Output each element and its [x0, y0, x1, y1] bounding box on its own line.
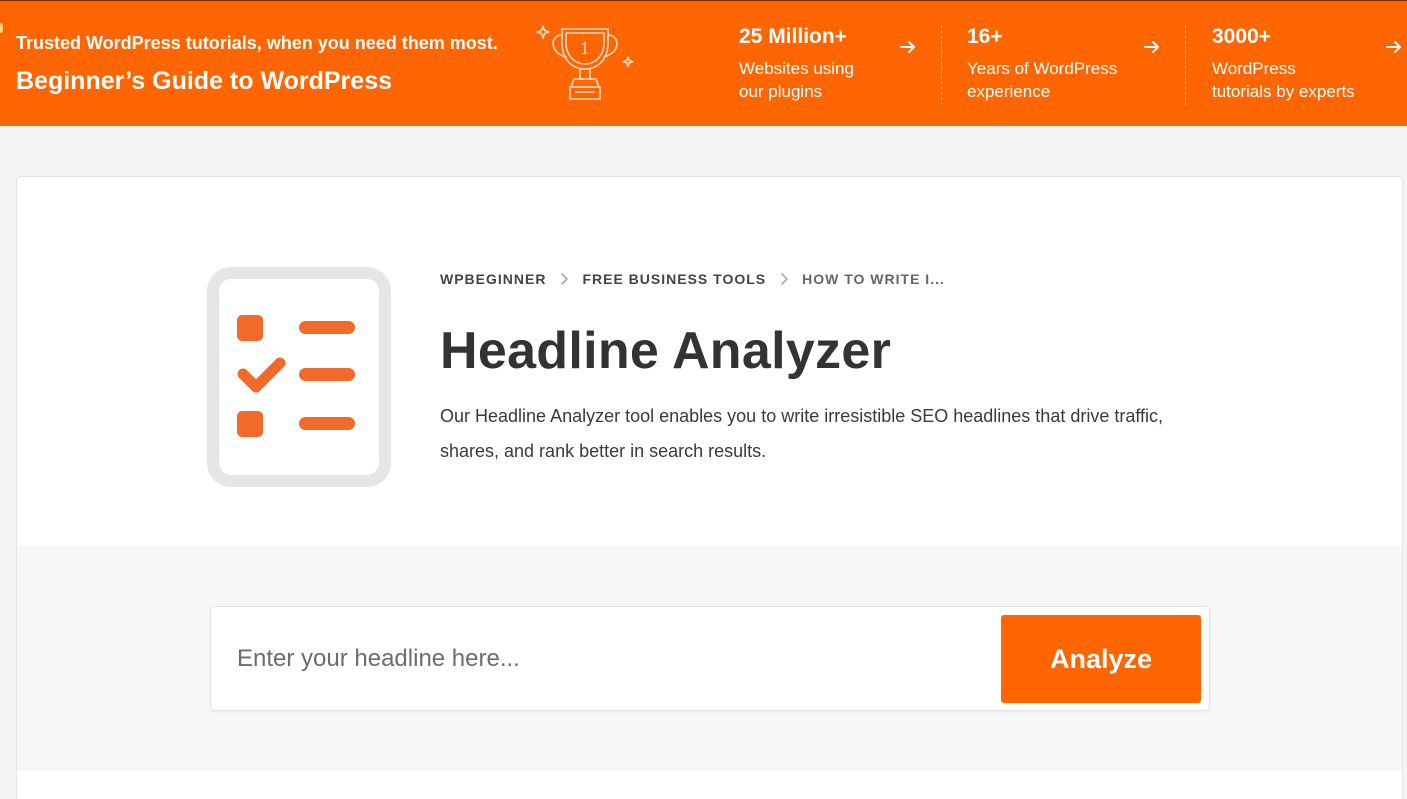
stat-years[interactable]: 16+ Years of WordPress experience	[967, 25, 1127, 105]
stat-number: 25 Million+	[739, 25, 847, 48]
svg-text:1: 1	[580, 39, 590, 58]
breadcrumb-item-current: HOW TO WRITE I...	[802, 271, 945, 287]
arrow-right-icon[interactable]	[898, 37, 918, 57]
analyze-button[interactable]: Analyze	[1001, 615, 1201, 703]
checklist-icon	[207, 267, 391, 487]
headline-input[interactable]	[211, 607, 991, 710]
stat-tutorials[interactable]: 3000+ WordPress tutorials by experts	[1212, 25, 1372, 105]
breadcrumb: WPBEGINNER FREE BUSINESS TOOLS HOW TO WR…	[440, 271, 945, 287]
banner-title-link[interactable]: Beginner’s Guide to WordPress	[16, 67, 392, 96]
arrow-right-icon[interactable]	[1142, 37, 1162, 57]
stat-number: 16+	[967, 25, 1003, 48]
stat-number: 3000+	[1212, 25, 1271, 48]
stat-plugins[interactable]: 25 Million+ Websites using our plugins	[739, 25, 899, 105]
page-description: Our Headline Analyzer tool enables you t…	[440, 406, 1164, 461]
analyzer-form: Analyze	[210, 606, 1210, 711]
trophy-icon: 1	[536, 25, 634, 100]
stat-divider	[941, 25, 942, 105]
stat-description: Websites using our plugins	[739, 59, 854, 101]
stat-divider	[1185, 25, 1186, 105]
page-title: Headline Analyzer	[440, 322, 892, 380]
analyzer-section: Analyze	[17, 546, 1402, 771]
banner-tagline: Trusted WordPress tutorials, when you ne…	[16, 33, 498, 53]
chevron-right-icon	[561, 273, 569, 285]
chevron-right-icon	[781, 273, 788, 285]
stat-description: Years of WordPress experience	[967, 59, 1118, 101]
tool-card: WPBEGINNER FREE BUSINESS TOOLS HOW TO WR…	[16, 176, 1403, 799]
edge-indicator	[0, 23, 3, 33]
arrow-right-icon[interactable]	[1384, 37, 1404, 57]
stat-description: WordPress tutorials by experts	[1212, 59, 1355, 101]
breadcrumb-item-wpbeginner[interactable]: WPBEGINNER	[440, 271, 546, 287]
top-banner: Trusted WordPress tutorials, when you ne…	[0, 0, 1407, 126]
breadcrumb-item-free-business-tools[interactable]: FREE BUSINESS TOOLS	[582, 271, 766, 287]
